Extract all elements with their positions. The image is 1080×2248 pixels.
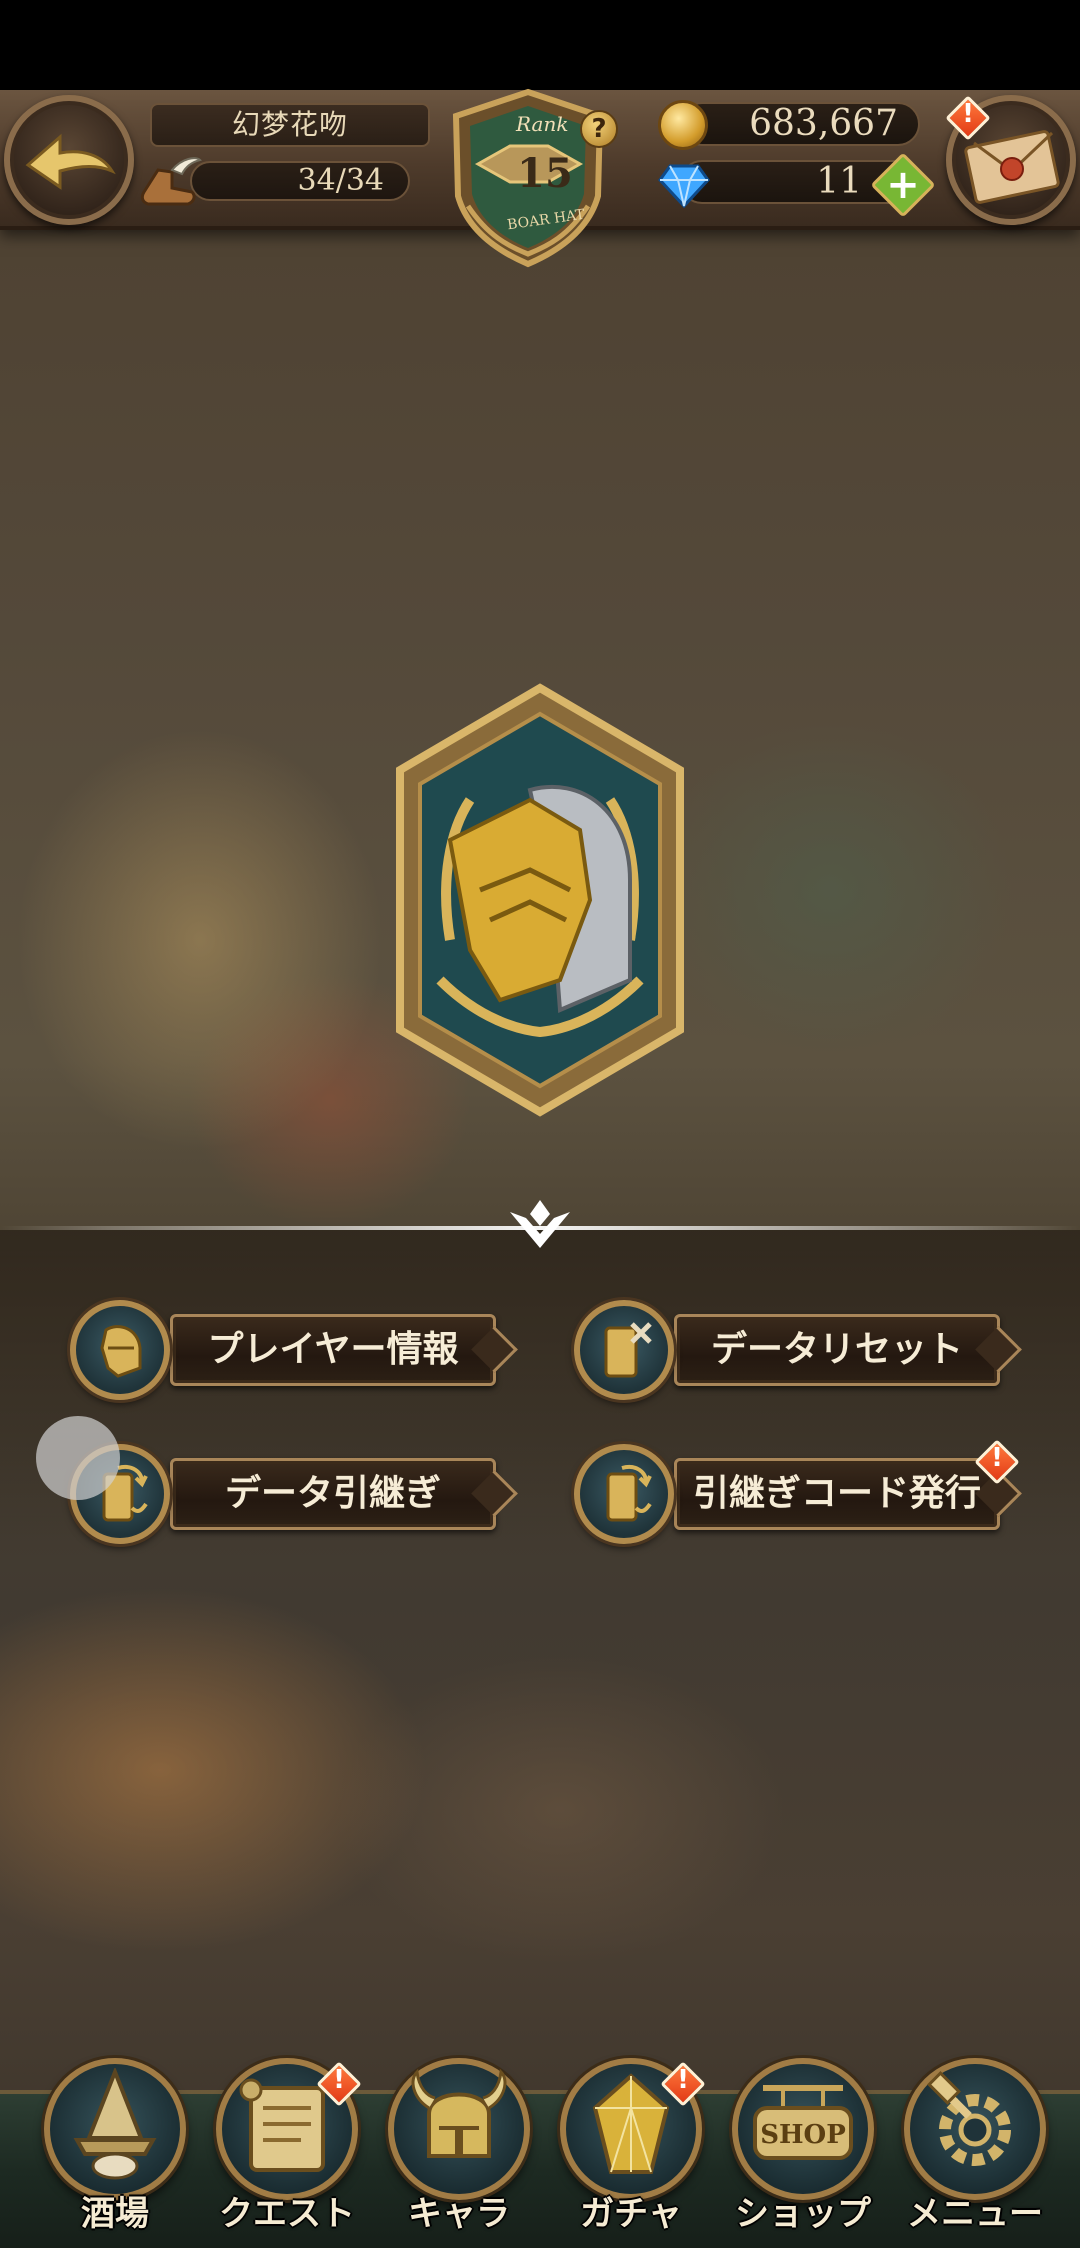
mail-alert-icon: ! xyxy=(945,95,991,141)
back-arrow-icon xyxy=(25,133,116,190)
nav-menu-label: メニュー xyxy=(907,2194,1043,2234)
knight-profile-icon xyxy=(100,1325,142,1378)
player-info-button[interactable]: プレイヤー情報 xyxy=(70,1300,510,1400)
gold-coin-icon xyxy=(658,100,708,150)
status-bar xyxy=(0,0,1080,90)
gacha-alert-icon: ! xyxy=(660,2061,706,2107)
blurred-background xyxy=(0,90,1080,2248)
chevron-ornament-icon xyxy=(510,1200,570,1248)
help-icon[interactable]: ? xyxy=(580,110,618,148)
nav-gacha-label: ガチャ xyxy=(580,2194,682,2234)
quest-alert-icon: ! xyxy=(316,2061,362,2107)
data-reset-button[interactable]: データリセット xyxy=(574,1300,1014,1400)
coin-counter: 683,667 xyxy=(680,102,920,146)
shop-sign-text: SHOP xyxy=(760,2120,846,2150)
data-reset-label: データリセット xyxy=(710,1329,963,1370)
golden-knight-helmet-emblem xyxy=(396,683,684,1117)
nav-tavern-label: 酒場 xyxy=(81,2194,149,2234)
nav-menu[interactable]: メニュー xyxy=(890,2058,1060,2248)
plus-icon: + xyxy=(886,162,920,208)
shop-sign-icon: SHOP xyxy=(753,2085,853,2160)
transfer-code-label: 引継ぎコード発行 xyxy=(692,1473,981,1514)
transfer-code-button[interactable]: 引継ぎコード発行 xyxy=(574,1444,1014,1544)
nav-character-label: キャラ xyxy=(408,2194,510,2234)
transfer-code-alert-icon: ! xyxy=(974,1439,1020,1485)
phone-code-icon xyxy=(606,1465,652,1522)
phone-reset-icon xyxy=(604,1322,652,1378)
nav-shop-label: ショップ xyxy=(735,2194,871,2234)
horned-helmet-icon xyxy=(411,2068,507,2158)
back-button[interactable] xyxy=(4,95,134,225)
winged-boot-icon xyxy=(140,157,202,206)
blue-gem-icon xyxy=(658,164,710,209)
data-transfer-button[interactable]: データ引継ぎ xyxy=(70,1444,510,1544)
nav-shop[interactable]: SHOP ショップ xyxy=(718,2058,888,2248)
player-name: 幻梦花吻 xyxy=(150,103,430,147)
nav-tavern[interactable]: 酒場 xyxy=(30,2058,200,2248)
wizard-hat-icon xyxy=(73,2068,157,2180)
player-info-label: プレイヤー情報 xyxy=(207,1329,459,1370)
rank-label: Rank xyxy=(516,112,569,136)
rank-value: 15 xyxy=(517,150,573,197)
touch-indicator xyxy=(36,1416,120,1500)
gear-hammer-icon xyxy=(927,2071,1011,2166)
nav-quest-label: クエスト xyxy=(219,2194,355,2234)
data-transfer-label: データ引継ぎ xyxy=(224,1473,441,1514)
stamina-counter: 34/34 xyxy=(190,161,410,201)
nav-character[interactable]: キャラ xyxy=(374,2058,544,2248)
